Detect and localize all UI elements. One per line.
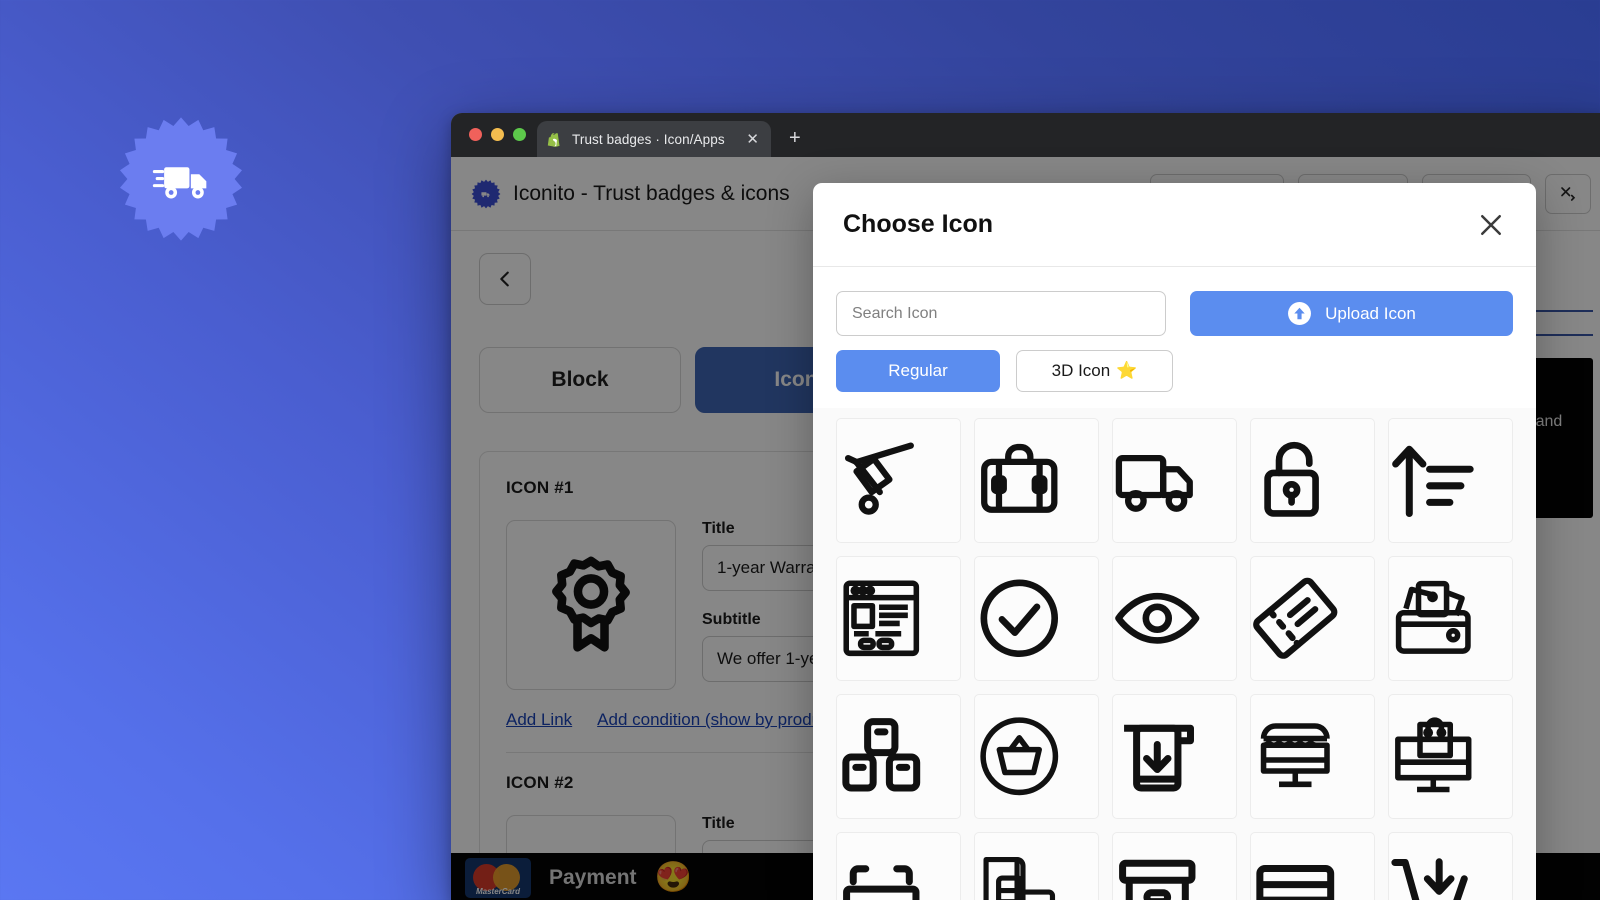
icon-cell[interactable]	[1112, 694, 1237, 819]
unlock-icon	[1251, 436, 1374, 525]
shopify-bag-icon	[546, 130, 564, 148]
table-icon	[837, 850, 960, 900]
icon-cell[interactable]	[836, 418, 961, 543]
icon-cell[interactable]	[836, 832, 961, 900]
modal-type-tabs: Regular 3D Icon ⭐	[836, 350, 1513, 392]
modal-title: Choose Icon	[843, 210, 994, 238]
tab-3d-icon-label: 3D Icon	[1051, 361, 1111, 380]
new-tab-button[interactable]: +	[783, 126, 807, 150]
storefront-icon	[1251, 712, 1374, 801]
icon-cell[interactable]	[836, 694, 961, 819]
upload-icon-label: Upload Icon	[1325, 303, 1416, 323]
arrow-up-list-icon	[1389, 436, 1512, 525]
icon-cell[interactable]	[974, 832, 1099, 900]
webpage-layout-icon	[837, 574, 960, 663]
icon-cell[interactable]	[1388, 832, 1513, 900]
browser-tab[interactable]: Trust badges · Icon/Apps ✕	[537, 121, 771, 157]
check-circle-icon	[975, 574, 1098, 663]
modal-controls: Upload Icon Regular 3D Icon ⭐	[813, 267, 1536, 392]
icon-cell[interactable]	[1388, 694, 1513, 819]
delivery-truck-icon	[1113, 436, 1236, 525]
search-input[interactable]	[836, 291, 1166, 336]
close-window-button[interactable]	[469, 128, 482, 141]
icon-grid-scroll[interactable]	[813, 408, 1536, 900]
upload-arrow-icon	[1287, 301, 1312, 326]
browser-titlebar: Trust badges · Icon/Apps ✕ +	[451, 113, 1600, 157]
eye-icon	[1113, 574, 1236, 663]
icon-cell[interactable]	[1112, 418, 1237, 543]
upload-icon-button[interactable]: Upload Icon	[1190, 291, 1513, 336]
icon-cell[interactable]	[1250, 556, 1375, 681]
close-icon[interactable]: ✕	[743, 130, 762, 149]
basket-circle-icon	[975, 712, 1098, 801]
boxes-stack-icon	[837, 712, 960, 801]
icon-cell[interactable]	[1250, 694, 1375, 819]
icon-cell[interactable]	[1250, 418, 1375, 543]
icon-cell[interactable]	[974, 418, 1099, 543]
icon-cell[interactable]	[1388, 556, 1513, 681]
modal-search-row: Upload Icon	[836, 291, 1513, 336]
icon-grid	[836, 418, 1513, 900]
choose-icon-modal: Choose Icon Upload Icon Regular 3D Icon …	[813, 183, 1536, 900]
close-icon[interactable]	[1476, 210, 1506, 240]
download-device-icon	[1113, 712, 1236, 801]
icon-cell[interactable]	[1388, 418, 1513, 543]
wallpaper-badge	[114, 112, 248, 246]
window-controls[interactable]	[469, 128, 526, 141]
icon-cell[interactable]	[974, 694, 1099, 819]
maximize-window-button[interactable]	[513, 128, 526, 141]
tab-title: Trust badges · Icon/Apps	[572, 131, 725, 147]
icon-cell[interactable]	[1112, 556, 1237, 681]
icon-cell[interactable]	[1250, 832, 1375, 900]
hand-truck-icon	[837, 436, 960, 525]
cart-download-icon	[1389, 850, 1512, 900]
briefcase-icon	[975, 436, 1098, 525]
ticket-icon	[1251, 574, 1374, 663]
receipt-chart-icon	[975, 850, 1098, 900]
icon-cell[interactable]	[836, 556, 961, 681]
icon-cell[interactable]	[974, 556, 1099, 681]
credit-card-icon	[1251, 850, 1374, 900]
wallet-cash-icon	[1389, 574, 1512, 663]
tab-3d-icon[interactable]: 3D Icon ⭐	[1016, 350, 1173, 392]
shopping-bag-monitor-icon	[1389, 712, 1512, 801]
icon-cell[interactable]	[1112, 832, 1237, 900]
minimize-window-button[interactable]	[491, 128, 504, 141]
tab-regular[interactable]: Regular	[836, 350, 1000, 392]
star-icon: ⭐	[1116, 361, 1138, 380]
archive-box-icon	[1113, 850, 1236, 900]
modal-header: Choose Icon	[813, 183, 1536, 267]
